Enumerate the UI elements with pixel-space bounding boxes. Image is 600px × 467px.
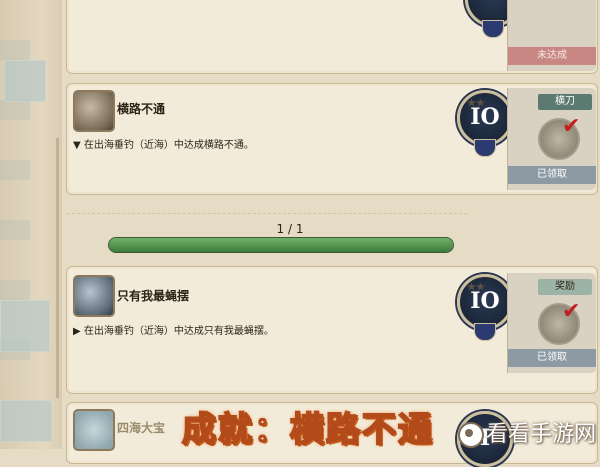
map-background-patch [0, 400, 52, 442]
fish-icon [73, 275, 115, 317]
rank-stars: ★★ [467, 282, 485, 293]
status-claimed: 已领取 [508, 166, 596, 184]
video-caption: 成就：横路不通 [168, 402, 448, 451]
reward-label: 奖励 [538, 279, 592, 295]
map-background-patch [0, 300, 50, 352]
watermark-logo-icon [457, 422, 484, 448]
progress-bar [108, 237, 454, 253]
rank-badge: ★★ IO [457, 90, 513, 157]
achievement-description: ▶ 在出海垂钓（近海）中达成只有我最蝇摆。 [73, 326, 274, 337]
reward-label: 横刀 [538, 94, 592, 110]
achievement-title: 只有我最蝇摆 [117, 289, 190, 303]
achievement-card-yingbai[interactable]: 只有我最蝇摆 ▶ 在出海垂钓（近海）中达成只有我最蝇摆。 ★★ IO 奖励 ✔ … [66, 266, 598, 394]
rank-stars: ★★ [467, 98, 485, 109]
crab-icon [73, 90, 115, 132]
reward-panel: 奖励 ✔ 已领取 [507, 273, 596, 373]
reward-panel: 未达成 [507, 0, 596, 71]
achievement-title: 横路不通 [117, 102, 166, 116]
shield-icon [474, 139, 496, 157]
achievement-card-hengdao[interactable]: 横路不通 ▼ 在出海垂钓（近海）中达成横路不通。 ★★ IO 横刀 ✔ 已领取 [66, 83, 598, 214]
watermark-text: 看看手游网 [485, 422, 596, 447]
shield-icon [474, 323, 496, 341]
achievement-description: ▼ 在出海垂钓（近海）中达成横路不通。 [73, 140, 254, 151]
reward-panel: 横刀 ✔ 已领取 [507, 88, 596, 190]
watermark: 看看手游网 [457, 416, 596, 448]
caption-text: 成就：横路不通 [181, 409, 434, 451]
shield-icon [482, 20, 504, 38]
map-background-patch [4, 60, 46, 102]
checkmark-icon: ✔ [562, 299, 581, 324]
progress-bar-fill [109, 238, 453, 252]
treasure-icon [73, 409, 115, 451]
rank-badge: ★★ IO [457, 274, 513, 341]
achievement-card-previous[interactable]: 未达成 [66, 0, 598, 74]
scrollbar-track[interactable] [56, 138, 59, 398]
status-claimed: 已领取 [508, 349, 596, 367]
checkmark-icon: ✔ [562, 114, 581, 139]
progress-count: 1 / 1 [276, 222, 304, 236]
achievement-title: 四海大宝 [117, 421, 166, 435]
status-not-achieved: 未达成 [508, 47, 596, 65]
divider [67, 213, 467, 214]
